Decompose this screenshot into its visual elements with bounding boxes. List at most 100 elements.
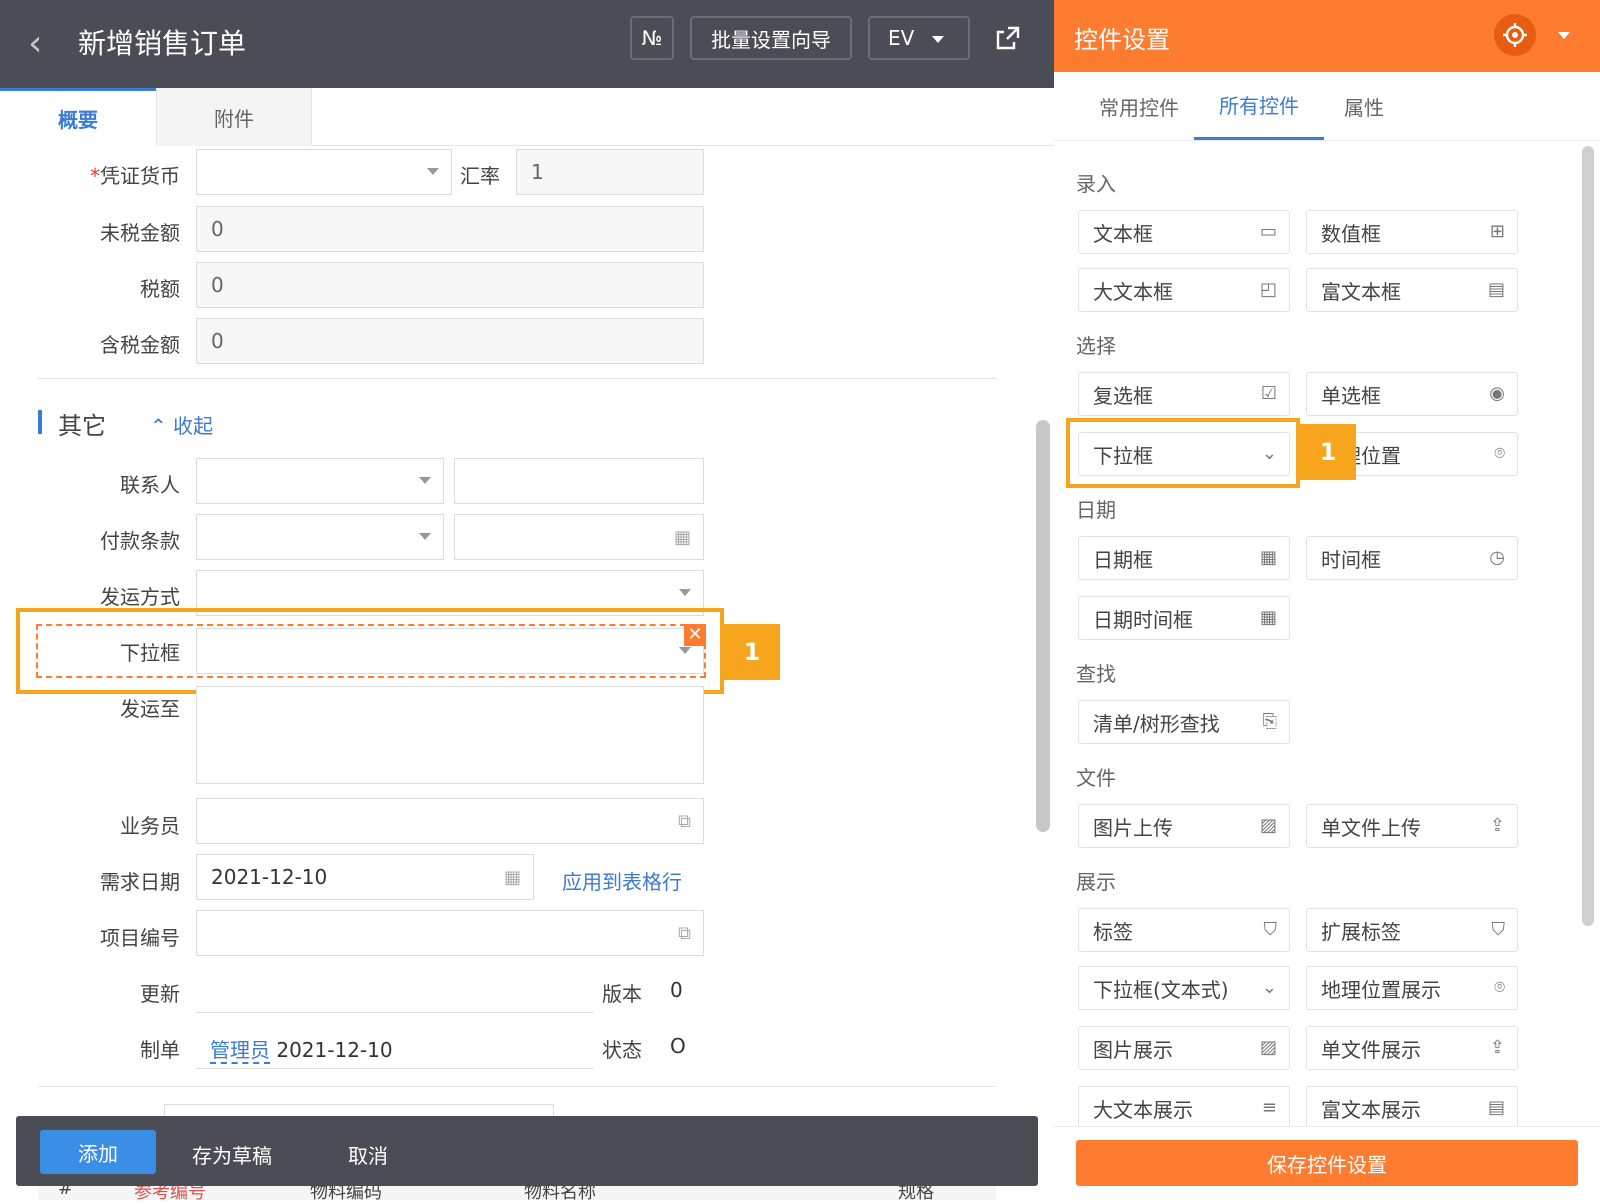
control-bigtext[interactable]: 大文本框 ◰ xyxy=(1078,268,1290,312)
back-icon[interactable]: ‹ xyxy=(28,24,42,64)
control-label[interactable]: 标签 ⛉ xyxy=(1078,908,1290,952)
collapse-label: 收起 xyxy=(173,414,214,438)
section-display: 展示 xyxy=(1076,870,1116,894)
tab-common-controls[interactable]: 常用控件 xyxy=(1084,72,1194,140)
add-button[interactable]: 添加 xyxy=(40,1130,156,1174)
control-richtext[interactable]: 富文本框 ▤ xyxy=(1306,268,1518,312)
control-date[interactable]: 日期框 ▦ xyxy=(1078,536,1290,580)
control-dropdown-text[interactable]: 下拉框(文本式) ⌄ xyxy=(1078,966,1290,1010)
shipping-label: 发运方式 xyxy=(100,585,180,609)
section-input: 录入 xyxy=(1076,172,1116,196)
section-date: 日期 xyxy=(1076,498,1116,522)
collapse-link[interactable]: ⌃ 收起 xyxy=(150,410,213,439)
contact-select[interactable] xyxy=(196,458,444,504)
tax-field[interactable]: 0 xyxy=(196,262,704,308)
tab-all-controls[interactable]: 所有控件 xyxy=(1194,72,1324,140)
project-label: 项目编号 xyxy=(100,926,180,950)
save-draft-button[interactable]: 存为草稿 xyxy=(192,1140,272,1169)
batch-wizard-button[interactable]: 批量设置向导 xyxy=(690,16,852,60)
tab-attachment[interactable]: 附件 xyxy=(156,88,312,146)
control-number[interactable]: 数值框 ⊞ xyxy=(1306,210,1518,254)
control-label: 日期框 xyxy=(1093,547,1153,572)
apply-rows-link[interactable]: 应用到表格行 xyxy=(562,866,682,895)
control-label: 时间框 xyxy=(1321,547,1381,572)
calendar-icon[interactable]: ▦ xyxy=(674,527,691,548)
save-settings-button[interactable]: 保存控件设置 xyxy=(1076,1140,1578,1186)
tab-properties[interactable]: 属性 xyxy=(1324,72,1404,140)
shipto-label: 发运至 xyxy=(120,697,180,721)
control-geo-show[interactable]: 地理位置展示 ⌾ xyxy=(1306,966,1518,1010)
control-label: 图片上传 xyxy=(1093,815,1173,840)
tax-label: 税额 xyxy=(140,277,180,301)
control-bigtext-show[interactable]: 大文本展示 ≡ xyxy=(1078,1086,1290,1130)
lines-icon: ≡ xyxy=(1261,1097,1277,1118)
rate-label: 汇率 xyxy=(460,164,500,188)
control-image-upload[interactable]: 图片上传 ▨ xyxy=(1078,804,1290,848)
shipto-textarea[interactable] xyxy=(196,686,704,784)
date-field[interactable]: 2021-12-10 ▦ xyxy=(196,854,534,900)
control-time[interactable]: 时间框 ◷ xyxy=(1306,536,1518,580)
control-image-show[interactable]: 图片展示 ▨ xyxy=(1078,1026,1290,1070)
control-dropdown[interactable]: 下拉框 ⌄ xyxy=(1078,432,1290,476)
pretax-field[interactable]: 0 xyxy=(196,206,704,252)
location-pin-icon: ⌾ xyxy=(1494,443,1505,464)
tab-summary[interactable]: 概要 xyxy=(0,88,156,146)
creator-link[interactable]: 管理员 xyxy=(210,1038,270,1064)
calendar-icon: ▦ xyxy=(1259,547,1277,568)
creator-info: 管理员 2021-12-10 xyxy=(210,1034,393,1064)
number-button[interactable]: № xyxy=(630,16,674,60)
dropdown-label: 下拉框 xyxy=(120,641,180,665)
dropdown-select[interactable] xyxy=(196,628,704,674)
salesman-field[interactable]: ⧉ xyxy=(196,798,704,844)
currency-select[interactable] xyxy=(196,149,452,195)
control-lookup[interactable]: 清单/树形查找 ⎘ xyxy=(1078,700,1290,744)
scrollbar-thumb[interactable] xyxy=(1036,420,1050,832)
control-file-show[interactable]: 单文件展示 ⇪ xyxy=(1306,1026,1518,1070)
control-file-upload[interactable]: 单文件上传 ⇪ xyxy=(1306,804,1518,848)
contact-detail-field[interactable] xyxy=(454,458,704,504)
calendar-icon[interactable]: ▦ xyxy=(504,867,521,888)
radio-icon: ◉ xyxy=(1489,383,1505,404)
control-checkbox[interactable]: 复选框 ☑ xyxy=(1078,372,1290,416)
control-label: 日期时间框 xyxy=(1093,607,1193,632)
creator-date: 2021-12-10 xyxy=(276,1038,393,1062)
lookup-icon[interactable]: ⧉ xyxy=(678,923,691,944)
control-radio[interactable]: 单选框 ◉ xyxy=(1306,372,1518,416)
underline xyxy=(196,1012,594,1013)
control-richtext-show[interactable]: 富文本展示 ▤ xyxy=(1306,1086,1518,1130)
close-icon[interactable]: ✕ xyxy=(684,624,706,646)
control-label: 单选框 xyxy=(1321,383,1381,408)
version-value: 0 xyxy=(670,978,683,1002)
richtext-icon: ▤ xyxy=(1487,279,1505,300)
payment-date-field[interactable]: ▦ xyxy=(454,514,704,560)
chevron-down-icon xyxy=(679,647,691,654)
clock-icon: ◷ xyxy=(1489,547,1505,568)
total-field[interactable]: 0 xyxy=(196,318,704,364)
panel-title: 控件设置 xyxy=(1074,26,1170,54)
rate-field[interactable]: 1 xyxy=(516,149,704,195)
ev-dropdown[interactable]: EV xyxy=(868,16,970,60)
bottom-action-bar xyxy=(16,1116,1038,1186)
datetime-icon: ▦ xyxy=(1259,607,1277,628)
payment-select[interactable] xyxy=(196,514,444,560)
control-label: 图片展示 xyxy=(1093,1037,1173,1062)
locate-icon[interactable] xyxy=(1494,14,1536,56)
control-label: 地理位置展示 xyxy=(1321,977,1441,1002)
callout-badge: 1 xyxy=(1300,424,1356,480)
control-datetime[interactable]: 日期时间框 ▦ xyxy=(1078,596,1290,640)
project-field[interactable]: ⧉ xyxy=(196,910,704,956)
export-icon[interactable] xyxy=(994,24,1022,52)
number-icon: ⊞ xyxy=(1489,221,1505,242)
section-select: 选择 xyxy=(1076,334,1116,358)
control-ext-label[interactable]: 扩展标签 ⛉ xyxy=(1306,908,1518,952)
section-file: 文件 xyxy=(1076,766,1116,790)
bookmark-icon: ⛉ xyxy=(1491,919,1506,940)
callout-badge: 1 xyxy=(724,624,780,680)
control-label: 清单/树形查找 xyxy=(1093,711,1220,736)
lookup-icon[interactable]: ⧉ xyxy=(678,811,691,832)
control-text[interactable]: 文本框 ▭ xyxy=(1078,210,1290,254)
search-list-icon: ⎘ xyxy=(1262,711,1277,732)
panel-scrollbar-thumb[interactable] xyxy=(1582,146,1594,926)
chevron-down-icon[interactable] xyxy=(1558,32,1570,39)
cancel-button[interactable]: 取消 xyxy=(348,1140,388,1169)
